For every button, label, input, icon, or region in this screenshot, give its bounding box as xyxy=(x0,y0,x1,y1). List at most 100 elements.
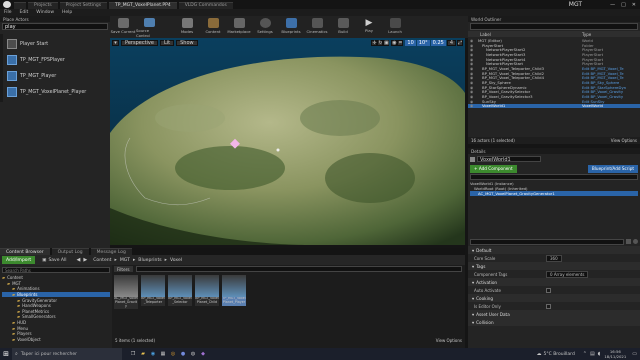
camera-speed[interactable]: 4 xyxy=(446,40,456,46)
property-value[interactable]: 0 Array elements xyxy=(546,270,589,278)
breadcrumb-item[interactable]: Content xyxy=(93,258,111,263)
scale-icon[interactable]: ▣ xyxy=(383,40,390,46)
filters-button[interactable]: Filters xyxy=(114,266,133,272)
blueprint-script-button[interactable]: Blueprint/Add Script xyxy=(587,164,638,173)
weather-text[interactable]: 5°C Brouillard xyxy=(544,352,575,357)
build-button[interactable]: Build xyxy=(330,16,356,38)
tray-chevron-icon[interactable]: ⌃ xyxy=(583,351,587,357)
property-checkbox[interactable] xyxy=(546,303,551,309)
property-value[interactable]: 360 xyxy=(546,254,562,262)
windows-start-icon[interactable]: ⊞ xyxy=(0,348,12,360)
view-options-button[interactable]: View Options xyxy=(611,138,637,143)
menu-file[interactable]: File xyxy=(4,10,12,15)
menu-window[interactable]: Window xyxy=(36,10,54,15)
actor-name-input[interactable]: VoxelWorld1 xyxy=(477,156,541,163)
details-section-header[interactable]: ▾ Cooking xyxy=(468,294,640,302)
file-explorer-icon[interactable]: ▰ xyxy=(138,349,148,359)
show-button[interactable]: Show xyxy=(176,40,198,46)
place-item-player-start[interactable]: Player Start xyxy=(3,36,110,52)
task-view-icon[interactable]: ❐ xyxy=(128,349,138,359)
source-control-button[interactable]: Source Control xyxy=(136,16,162,38)
cinematics-button[interactable]: Cinematics xyxy=(304,16,330,38)
close-icon[interactable]: ✕ xyxy=(632,2,636,8)
column-label[interactable]: Label xyxy=(472,32,582,37)
discord-icon[interactable]: ● xyxy=(178,349,188,359)
launch-button[interactable]: Launch xyxy=(382,16,408,38)
selected-component-row[interactable]: AC_MGT_VoxelPlanet_GravityGenerator1 xyxy=(470,191,638,196)
rotation-snap[interactable]: 10° xyxy=(416,40,430,46)
tab-project-settings[interactable]: Project Settings xyxy=(59,1,108,9)
visual-studio-icon[interactable]: ◆ xyxy=(198,349,208,359)
minimize-icon[interactable]: — xyxy=(610,2,615,8)
maximize-viewport-icon[interactable]: ⤢ xyxy=(457,40,463,46)
tab-content-browser[interactable]: Content Browser xyxy=(0,248,50,255)
edge-browser-icon[interactable]: ◉ xyxy=(148,349,158,359)
place-item-player[interactable]: TP_MGT_Player xyxy=(3,68,110,84)
notifications-icon[interactable]: ▭ xyxy=(632,351,637,357)
asset-search-input[interactable] xyxy=(135,266,462,272)
network-icon[interactable]: ▤ xyxy=(590,351,595,357)
asset-tile[interactable]: BP_MGT_Voxel_Selector xyxy=(168,275,192,306)
menu-help[interactable]: Help xyxy=(62,10,72,15)
surface-snap-icon[interactable]: ⌗ xyxy=(397,40,404,46)
clock[interactable]: 16:56 18/11/2021 xyxy=(604,349,626,359)
tab-message-log[interactable]: Message Log xyxy=(90,248,132,255)
store-icon[interactable]: ▦ xyxy=(158,349,168,359)
tab-commandos[interactable]: VLDG Commandos xyxy=(178,1,233,9)
content-button[interactable]: Content xyxy=(200,16,226,38)
outliner-row[interactable]: ◉ VoxelWorld1 VoxelWorld xyxy=(468,103,640,108)
details-section-header[interactable]: ▾ Default xyxy=(468,246,640,254)
tab-output-log[interactable]: Output Log xyxy=(51,248,89,255)
tab-0[interactable] xyxy=(14,1,26,9)
asset-tile[interactable]: AC_MGT_VoxelPlanet_Gravity xyxy=(114,275,138,310)
folder-tree-item[interactable]: ▰ VoxelObject xyxy=(2,337,110,343)
perspective-button[interactable]: Perspective xyxy=(121,40,158,46)
viewport-menu-button[interactable]: ▾ xyxy=(112,40,119,46)
level-viewport[interactable]: ▾ Perspective Lit Show ✛ ↻ ▣ ◉ ⌗ 10 10° … xyxy=(110,38,465,245)
component-search[interactable] xyxy=(470,174,638,180)
view-options-button[interactable]: View Options xyxy=(436,338,462,343)
save-current-button[interactable]: Save Current xyxy=(110,16,136,38)
volume-icon[interactable]: ◖ xyxy=(598,351,601,357)
settings-button[interactable]: Settings xyxy=(252,16,278,38)
eye-icon[interactable] xyxy=(633,239,638,244)
grid-snap[interactable]: 10 xyxy=(405,40,416,46)
breadcrumb-item[interactable]: Blueprints xyxy=(138,258,161,263)
forward-arrow-icon[interactable]: ▶ xyxy=(83,257,87,263)
grid-view-icon[interactable] xyxy=(626,239,631,244)
back-arrow-icon[interactable]: ◀ xyxy=(77,257,81,263)
scale-snap[interactable]: 0.25 xyxy=(430,40,446,46)
details-section-header[interactable]: ▾ Asset User Data xyxy=(468,310,640,318)
marketplace-button[interactable]: Marketplace xyxy=(226,16,252,38)
breadcrumb-item[interactable]: MGT xyxy=(120,258,130,263)
taskbar-search[interactable]: ⌕ Taper ici pour rechercher xyxy=(12,348,122,360)
search-paths-input[interactable]: Search Paths xyxy=(2,267,110,273)
blueprints-button[interactable]: Blueprints xyxy=(278,16,304,38)
tab-projects[interactable]: Projects xyxy=(28,1,58,9)
property-checkbox[interactable] xyxy=(546,287,551,293)
modes-button[interactable]: Modes xyxy=(174,16,200,38)
outliner-search[interactable] xyxy=(470,23,638,30)
place-item-voxel-player[interactable]: TP_MGT_VoxelPlanet_Player xyxy=(3,84,110,100)
add-component-button[interactable]: + Add Component xyxy=(470,164,517,173)
details-search[interactable] xyxy=(470,238,624,245)
column-type[interactable]: Type xyxy=(582,32,591,37)
asset-tile[interactable]: TP_MGT_VoxelPlanet_Player xyxy=(222,275,246,306)
details-section-header[interactable]: ▾ Activation xyxy=(468,278,640,286)
asset-tile[interactable]: BP_MGT_Voxel_Teleporter xyxy=(141,275,165,306)
maximize-icon[interactable]: □ xyxy=(621,2,626,8)
add-import-button[interactable]: Add/Import xyxy=(2,256,36,264)
save-all-button[interactable]: ▣ Save All xyxy=(38,256,70,264)
menu-edit[interactable]: Edit xyxy=(20,10,29,15)
play-button[interactable]: ▶ Play xyxy=(356,16,382,38)
asset-tile[interactable]: BP_MGT_VoxelPlanet_Child xyxy=(195,275,219,306)
place-actors-search[interactable]: play xyxy=(2,23,108,30)
unreal-logo-icon[interactable] xyxy=(3,1,11,8)
chrome-icon[interactable]: ◎ xyxy=(168,349,178,359)
place-item-fps-player[interactable]: TP_MGT_FPSPlayer xyxy=(3,52,110,68)
tab-map[interactable]: TP_MGT_VoxelPlanet.PP4 xyxy=(109,1,177,9)
unreal-editor-icon[interactable]: ◍ xyxy=(188,349,198,359)
lit-button[interactable]: Lit xyxy=(159,40,175,46)
breadcrumb-item[interactable]: Voxel xyxy=(170,258,182,263)
details-section-header[interactable]: ▾ Collision xyxy=(468,318,640,326)
